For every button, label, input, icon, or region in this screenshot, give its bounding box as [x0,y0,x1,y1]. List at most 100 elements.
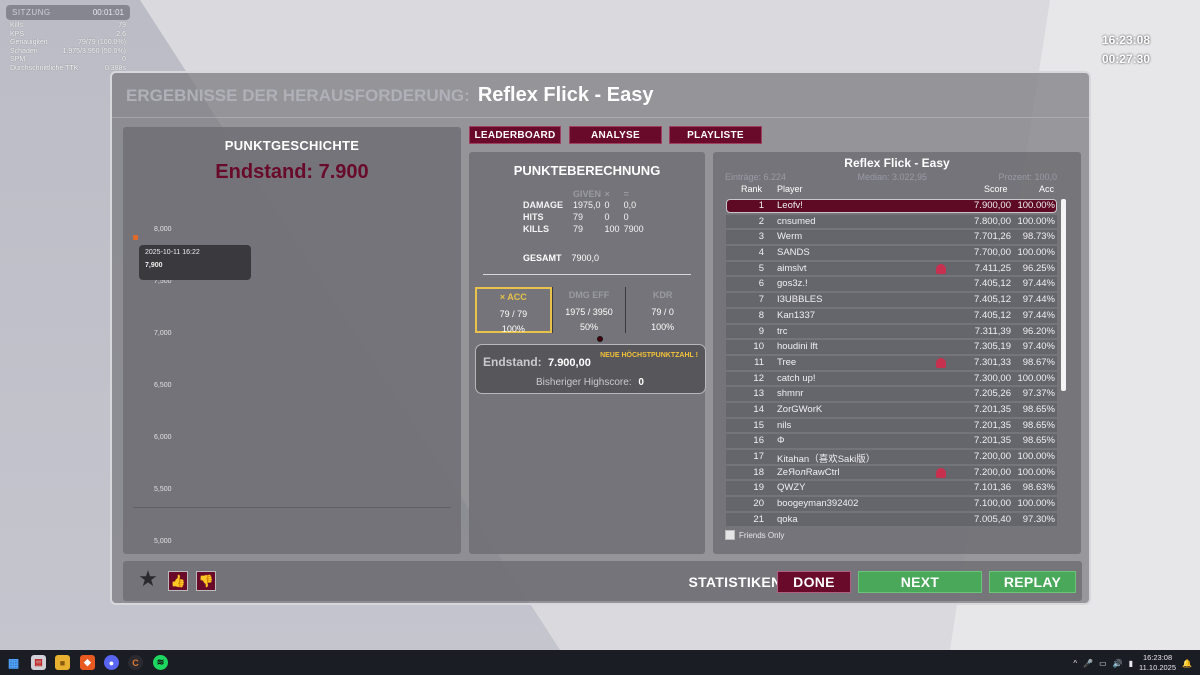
score-tooltip: 2025-10-11 16:22 7,900 [139,245,251,280]
row-score: 7.200,00 [974,451,1011,462]
chevron-up-icon[interactable]: ^ [1073,659,1077,668]
folder-icon[interactable]: ■ [55,655,70,670]
leaderboard-row[interactable]: 18 ZeЯoлRawCtrl 7.200,00 100.00% [726,465,1057,481]
discord-icon[interactable]: ● [104,655,119,670]
microphone-icon[interactable]: 🎤 [1083,659,1093,668]
row-player: houdini lft [777,341,818,353]
leaderboard-row[interactable]: 15 nils 7.201,35 98.65% [726,418,1057,434]
thumbs-down-icon[interactable]: 👎 [196,571,216,591]
row-player: QWZY [777,482,806,494]
session-hud: SITZUNG 00:01:01 Kills 79 KPS 2.6 Genauigkei… [6,5,130,73]
monitor-icon[interactable]: ▭ [1099,659,1107,668]
leaderboard-row[interactable]: 10 houdini lft 7.305,19 97.40% [726,339,1057,355]
windows-start-icon[interactable]: ▦ [6,655,21,670]
leaderboard-row[interactable]: 13 shmnr 7.205,26 97.37% [726,386,1057,402]
hud-stat-value: 79 [118,22,126,29]
hud-stat-row: Schaden 1.975/3.950 (50.0%) [6,48,130,57]
row-player: ZorGWorK [777,403,823,415]
stat-dmg-eff[interactable]: DMG EFF 1975 / 3950 50% [551,287,627,333]
row-rank: 4 [758,247,764,259]
replay-button[interactable]: REPLAY [989,571,1076,593]
leaderboard-row[interactable]: 11 Tree 7.301,33 98.67% [726,355,1057,371]
row-rank: 10 [753,341,764,353]
results-panel: ERGEBNISSE DER HERAUSFORDERUNG: Reflex F… [110,71,1091,605]
star-icon[interactable]: ★ [138,566,158,591]
calc-header: PUNKTEBERECHNUNG [513,163,661,178]
row-player: cnsumed [777,215,816,227]
tab-analyse[interactable]: ANALYSE [569,126,662,144]
new-highscore-badge: NEUE HÖCHSTPUNKTZAHL ! [600,352,698,359]
leaderboard-row[interactable]: 21 qoka 7.005,40 97.30% [726,512,1057,528]
spotify-icon[interactable]: ≋ [153,655,168,670]
tab-leaderboard[interactable]: LEADERBOARD [469,126,561,144]
leaderboard-meta: Einträge: 6.224 Median: 3.022,95 Prozent… [725,172,1057,182]
row-score: 7.405,12 [974,278,1011,290]
row-rank: 18 [753,466,764,478]
row-acc: 97.44% [1022,278,1055,290]
leaderboard-row[interactable]: 14 ZorGWorK 7.201,35 98.65% [726,402,1057,418]
stat-acc[interactable]: × ACC 79 / 79 100% [475,287,552,334]
leaderboard-row[interactable]: 20 boogeyman392402 7.100,00 100.00% [726,496,1057,512]
median-score: Median: 3.022,95 [857,172,928,182]
brave-browser-icon[interactable]: ◆ [80,655,95,670]
leaderboard-row[interactable]: 9 trc 7.311,39 96.20% [726,324,1057,340]
prev-highscore-value: 0 [638,377,644,388]
row-rank: 16 [753,435,764,447]
row-acc: 96.25% [1022,262,1055,274]
leaderboard-row[interactable]: 19 QWZY 7.101,36 98.63% [726,480,1057,496]
hud-stat-value: 79/79 (100.0%) [78,39,126,46]
row-score: 7.311,39 [974,325,1011,337]
hud-stat-label: Schaden [10,47,38,55]
leaderboard-row-self[interactable]: 1 Leofv! 7.900,00 100.00% [726,198,1057,214]
hud-stat-label: Genauigkeit [10,39,48,46]
row-score: 7.100,00 [974,498,1011,510]
row-acc: 98.65% [1022,435,1055,447]
battery-icon[interactable]: ▮ [1129,659,1133,668]
friends-only-checkbox[interactable] [725,530,735,540]
calc-row: DAMAGE 1975,0 0 0,0 [523,200,637,210]
row-rank: 1 [758,200,764,211]
row-acc: 98.65% [1022,403,1055,415]
leaderboard-scrollbar[interactable] [1061,199,1066,391]
windows-taskbar: ▦ ▤ ■ ◆ ● C ≋ ^ 🎤 ▭ 🔊 ▮ 16:23:08 11.10.2… [0,650,1200,675]
task-manager-icon[interactable]: ▤ [31,655,46,670]
row-score: 7.900,00 [974,200,1011,211]
leaderboard-row[interactable]: 3 Werm 7.701,26 98.73% [726,229,1057,245]
taskbar-clock[interactable]: 16:23:08 11.10.2025 [1139,653,1176,673]
leaderboard-row[interactable]: 17 Kitahan（喜欢Saki版） 7.200,00 100.00% [726,449,1057,465]
row-acc: 97.30% [1022,513,1055,525]
leaderboard-row[interactable]: 2 cnsumed 7.800,00 100.00% [726,214,1057,230]
row-rank: 8 [758,309,764,321]
row-player: I3UBBLES [777,294,823,306]
leaderboard-row[interactable]: 5 aimslvt 7.411,25 96.25% [726,261,1057,277]
leaderboard-row[interactable]: 16 Φ 7.201,35 98.65% [726,433,1057,449]
stat-kdr[interactable]: KDR 79 / 0 100% [626,287,699,333]
statistics-button[interactable]: STATISTIKEN [688,571,782,593]
volume-icon[interactable]: 🔊 [1113,659,1123,668]
leaderboard-row[interactable]: 12 catch up! 7.300,00 100.00% [726,371,1057,387]
leaderboard-row[interactable]: 7 I3UBBLES 7.405,12 97.44% [726,292,1057,308]
row-score: 7.405,12 [974,309,1011,321]
leaderboard-rows[interactable]: 1 Leofv! 7.900,00 100.00% 2 cnsumed 7.800,00 10… [726,198,1057,528]
thumbs-up-icon[interactable]: 👍 [168,571,188,591]
leaderboard-row[interactable]: 4 SANDS 7.700,00 100.00% [726,245,1057,261]
y-tick: 8,000 [154,226,172,233]
game-launcher-icon[interactable]: C [128,655,143,670]
score-history-card: PUNKTGESCHICHTE Endstand: 7.900 8,000 7,… [123,127,461,554]
hud-stat-value: 2.6 [116,30,126,38]
chart-baseline [133,507,451,508]
bell-icon[interactable]: 🔔 [1182,659,1192,668]
next-button[interactable]: NEXT [858,571,982,593]
hud-stat-label: SPM [10,56,26,63]
tab-playliste[interactable]: PLAYLISTE [669,126,762,144]
leaderboard-row[interactable]: 8 Kan1337 7.405,12 97.44% [726,308,1057,324]
system-tray: ^ 🎤 ▭ 🔊 ▮ 16:23:08 11.10.2025 🔔 [1073,653,1192,673]
score-data-point[interactable] [133,235,138,240]
row-player: aimslvt [777,262,807,274]
supporter-badge-icon [936,263,946,274]
friends-only-toggle[interactable]: Friends Only [725,530,784,540]
done-button[interactable]: DONE [777,571,851,593]
calc-divider [483,274,691,275]
leaderboard-row[interactable]: 6 gos3z.! 7.405,12 97.44% [726,276,1057,292]
row-rank: 3 [758,231,764,243]
